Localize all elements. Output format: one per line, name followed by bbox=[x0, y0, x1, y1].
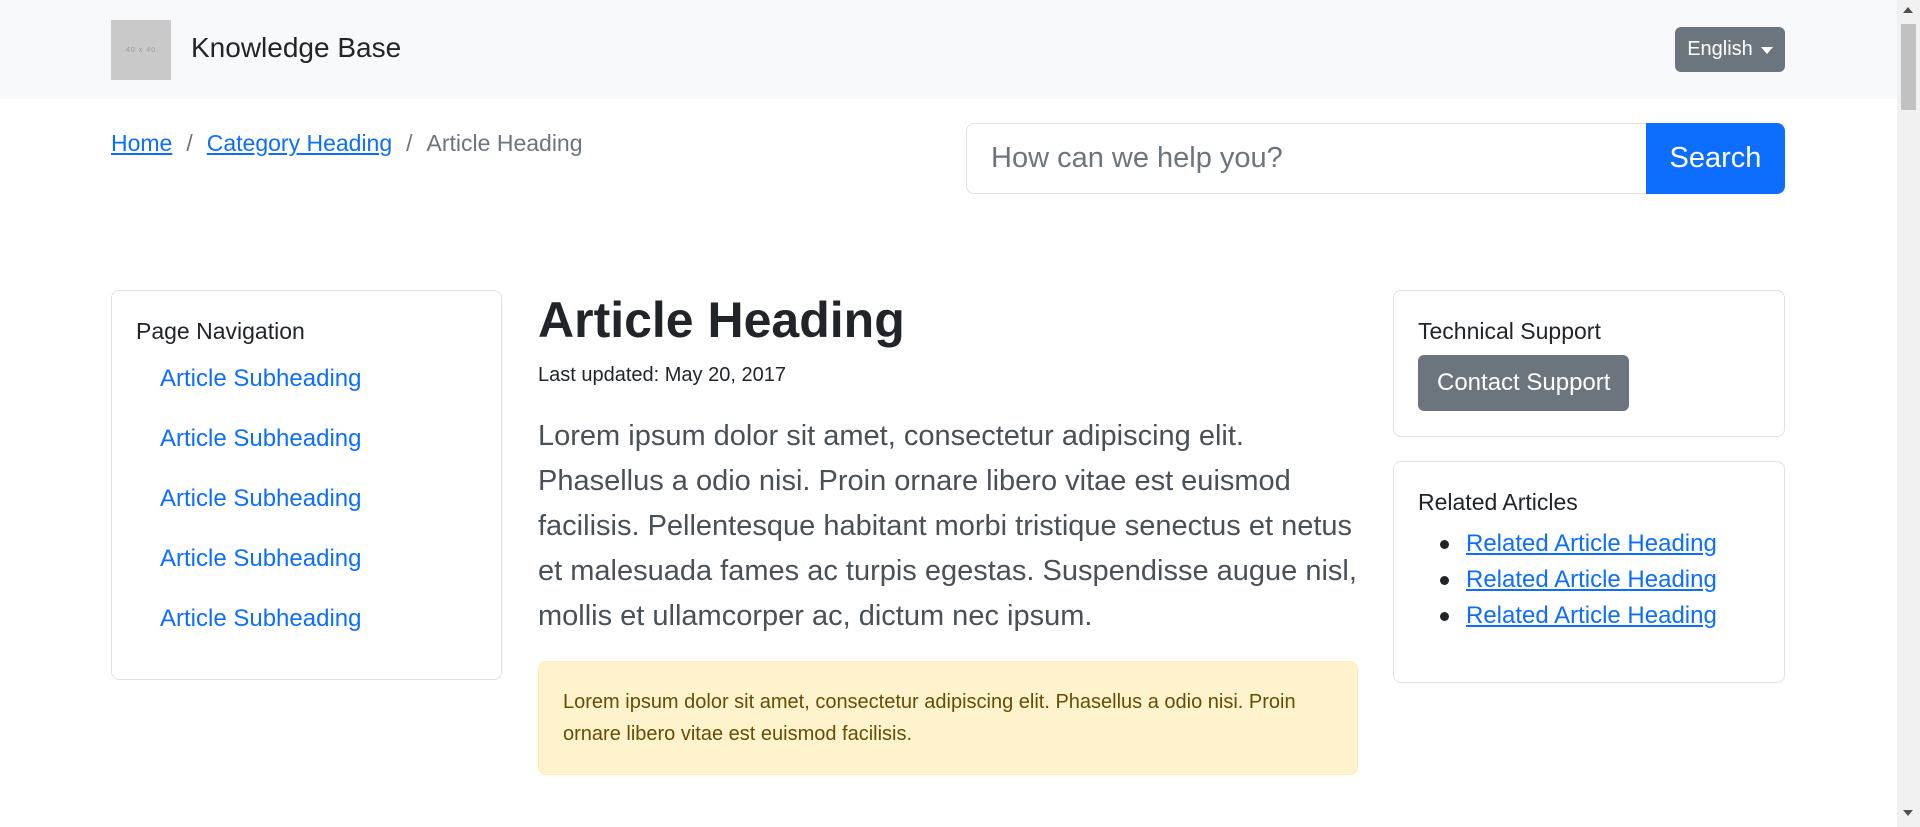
caret-down-icon bbox=[1760, 47, 1773, 54]
breadcrumb-current: Article Heading bbox=[426, 130, 583, 156]
warning-alert: Lorem ipsum dolor sit amet, consectetur … bbox=[538, 661, 1358, 775]
search-form: Search bbox=[966, 123, 1785, 194]
breadcrumb-category-link[interactable]: Category Heading bbox=[207, 128, 392, 158]
list-item: Related Article Heading bbox=[1440, 598, 1760, 634]
page-navigation-list: Article Subheading Article Subheading Ar… bbox=[136, 363, 477, 635]
article-title: Article Heading bbox=[538, 292, 905, 348]
page-nav-link[interactable]: Article Subheading bbox=[136, 543, 477, 575]
related-article-link[interactable]: Related Article Heading bbox=[1466, 530, 1717, 557]
top-navbar: 40 x 40 Knowledge Base English bbox=[0, 0, 1897, 99]
article-lead: Lorem ipsum dolor sit amet, consectetur … bbox=[538, 420, 1357, 632]
breadcrumb-home-link[interactable]: Home bbox=[111, 128, 172, 158]
breadcrumb: Home / Category Heading / Article Headin… bbox=[111, 128, 583, 158]
page-nav-link[interactable]: Article Subheading bbox=[136, 363, 477, 395]
search-input[interactable] bbox=[966, 123, 1646, 194]
technical-support-title: Technical Support bbox=[1418, 318, 1601, 344]
page-nav-link[interactable]: Article Subheading bbox=[136, 423, 477, 455]
language-label: English bbox=[1687, 38, 1753, 60]
brand-name[interactable]: Knowledge Base bbox=[191, 29, 401, 67]
contact-support-button[interactable]: Contact Support bbox=[1418, 355, 1630, 411]
related-article-link[interactable]: Related Article Heading bbox=[1466, 602, 1717, 629]
page-nav-link[interactable]: Article Subheading bbox=[136, 483, 477, 515]
page-nav-link[interactable]: Article Subheading bbox=[136, 603, 477, 635]
article: Article Heading Last updated: May 20, 20… bbox=[538, 290, 1358, 775]
logo-placeholder-text: 40 x 40 bbox=[126, 46, 156, 54]
related-articles-list: Related Article Heading Related Article … bbox=[1418, 526, 1760, 634]
scrollbar-thumb[interactable] bbox=[1901, 24, 1916, 110]
related-articles-title: Related Articles bbox=[1418, 489, 1578, 515]
scroll-up-arrow-icon[interactable] bbox=[1903, 7, 1913, 13]
language-dropdown-button[interactable]: English bbox=[1675, 27, 1785, 72]
last-updated: Last updated: May 20, 2017 bbox=[538, 364, 786, 386]
list-item: Related Article Heading bbox=[1440, 562, 1760, 598]
breadcrumb-separator: / bbox=[406, 130, 413, 156]
technical-support-card: Technical Support Contact Support bbox=[1393, 290, 1785, 437]
brand-logo[interactable]: 40 x 40 bbox=[111, 20, 171, 80]
related-article-link[interactable]: Related Article Heading bbox=[1466, 566, 1717, 593]
page-navigation-card: Page Navigation Article Subheading Artic… bbox=[111, 290, 502, 680]
search-button[interactable]: Search bbox=[1646, 123, 1785, 194]
list-item: Related Article Heading bbox=[1440, 526, 1760, 562]
breadcrumb-separator: / bbox=[186, 130, 193, 156]
related-articles-card: Related Articles Related Article Heading… bbox=[1393, 461, 1785, 683]
scroll-down-arrow-icon[interactable] bbox=[1903, 810, 1913, 816]
vertical-scrollbar[interactable] bbox=[1897, 0, 1920, 827]
page-navigation-title: Page Navigation bbox=[136, 318, 305, 344]
